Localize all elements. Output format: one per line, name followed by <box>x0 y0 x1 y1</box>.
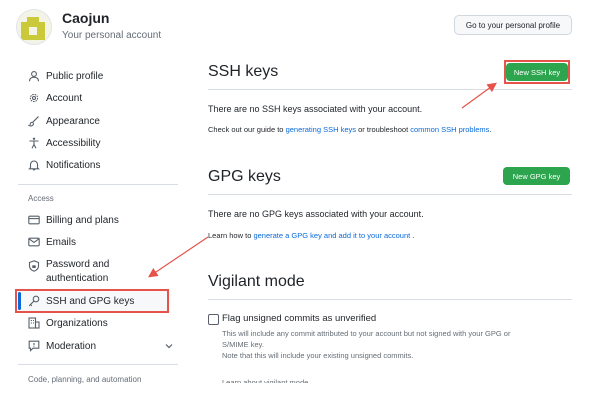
arrow-to-new-ssh-key <box>461 82 497 109</box>
annotation-arrows <box>148 82 497 278</box>
arrow-to-ssh-gpg-keys <box>148 236 209 278</box>
